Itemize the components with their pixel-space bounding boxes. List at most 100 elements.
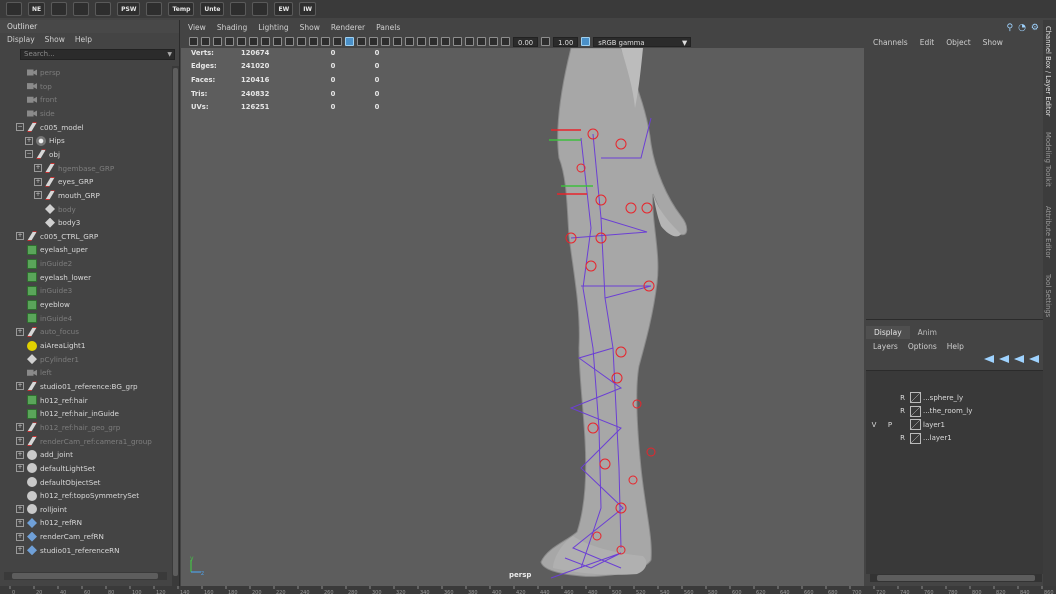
expand-icon[interactable]: + <box>34 164 42 173</box>
channel-box-menu-channels[interactable]: Channels <box>873 38 908 47</box>
motion-blur-icon[interactable] <box>417 37 426 46</box>
outliner-item[interactable]: − obj <box>25 148 60 161</box>
channel-box-menu-show[interactable]: Show <box>983 38 1003 47</box>
grease-pencil-icon[interactable] <box>237 37 246 46</box>
viewport-menu-renderer[interactable]: Renderer <box>331 23 365 32</box>
near-clip-icon[interactable] <box>501 37 510 46</box>
outliner-item[interactable]: eyelash_uper <box>16 243 88 256</box>
textured-icon[interactable] <box>369 37 378 46</box>
safe-action-icon[interactable] <box>321 37 330 46</box>
xray-joints-icon[interactable] <box>477 37 486 46</box>
outliner-search-input[interactable]: Search... ▼ <box>20 49 175 60</box>
outliner-item[interactable]: left <box>16 366 52 379</box>
chevron-down-icon[interactable]: ▼ <box>682 38 687 48</box>
select-tool-icon[interactable] <box>6 2 22 16</box>
outliner-vertical-scrollbar[interactable] <box>172 66 179 588</box>
expand-icon[interactable]: + <box>16 505 24 514</box>
layer-visibility-toggle[interactable]: V <box>866 421 882 429</box>
layer-row[interactable]: R ...the_room_ly <box>866 405 972 418</box>
viewport-menu-lighting[interactable]: Lighting <box>258 23 288 32</box>
temp-shelf-button[interactable]: Temp <box>168 2 195 16</box>
outliner-item[interactable]: + auto_focus <box>16 325 79 338</box>
outliner-item[interactable]: + defaultLightSet <box>16 462 95 475</box>
camera-attributes-icon[interactable] <box>201 37 210 46</box>
outliner-item[interactable]: + renderCam_ref:camera1_group <box>16 435 152 448</box>
outliner-item[interactable]: + eyes_GRP <box>34 175 93 188</box>
expand-icon[interactable]: + <box>16 437 24 446</box>
depth-of-field-icon[interactable] <box>441 37 450 46</box>
outliner-item[interactable]: + mouth_GRP <box>34 189 100 202</box>
viewport-menu-shading[interactable]: Shading <box>217 23 247 32</box>
collapse-icon[interactable]: − <box>25 150 33 159</box>
select-camera-icon[interactable] <box>189 37 198 46</box>
outliner-item[interactable]: + c005_CTRL_GRP <box>16 230 98 243</box>
shadows-icon[interactable] <box>393 37 402 46</box>
layer-horizontal-scrollbar[interactable] <box>870 574 1042 582</box>
multisample-aa-icon[interactable] <box>429 37 438 46</box>
outliner-item[interactable]: h012_ref:topoSymmetrySet <box>16 489 139 502</box>
outliner-menu-show[interactable]: Show <box>45 35 65 44</box>
new-layer-from-selection-icon[interactable] <box>1029 355 1039 363</box>
expand-icon[interactable]: + <box>16 450 24 459</box>
field-chart-icon[interactable] <box>309 37 318 46</box>
viewport-menu-show[interactable]: Show <box>300 23 320 32</box>
tab-modeling-toolkit[interactable]: Modeling Toolkit <box>1044 132 1052 187</box>
stack-icon[interactable] <box>252 2 269 16</box>
layer-color-swatch[interactable] <box>910 419 921 431</box>
expand-icon[interactable]: + <box>16 464 24 473</box>
layer-menu-layers[interactable]: Layers <box>873 342 898 351</box>
layer-display-type-toggle[interactable]: R <box>898 394 907 402</box>
outliner-item[interactable]: − c005_model <box>16 121 84 134</box>
outliner-item[interactable]: defaultObjectSet <box>16 476 101 489</box>
channel-box-menu-object[interactable]: Object <box>946 38 970 47</box>
expand-icon[interactable]: + <box>16 518 24 527</box>
outliner-item[interactable]: body <box>34 203 76 216</box>
tab-anim[interactable]: Anim <box>910 326 945 339</box>
scrollbar-thumb[interactable] <box>173 68 178 576</box>
outliner-item[interactable]: persp <box>16 66 60 79</box>
outliner-item[interactable]: inGuide3 <box>16 284 72 297</box>
channel-box-menu-edit[interactable]: Edit <box>920 38 935 47</box>
outliner-item[interactable]: eyelash_lower <box>16 271 91 284</box>
outliner-item[interactable]: h012_ref:hair <box>16 394 88 407</box>
expand-icon[interactable]: + <box>16 546 24 555</box>
outliner-item[interactable]: aiAreaLight1 <box>16 339 85 352</box>
layer-row[interactable]: V Player1 <box>866 418 945 431</box>
outliner-item[interactable]: h012_ref:hair_inGuide <box>16 407 119 420</box>
paint-icon[interactable] <box>230 2 247 16</box>
outliner-item[interactable]: + h012_ref:hair_geo_grp <box>16 421 120 434</box>
expand-icon[interactable]: + <box>16 423 24 432</box>
xray-icon[interactable] <box>465 37 474 46</box>
isolate-select-icon[interactable] <box>453 37 462 46</box>
render-icon[interactable] <box>95 2 112 16</box>
new-layer-icon[interactable] <box>1014 355 1024 363</box>
outliner-item[interactable]: inGuide4 <box>16 312 72 325</box>
outliner-item[interactable]: + h012_refRN <box>16 516 82 529</box>
far-clip-field[interactable]: 1.00 <box>553 36 579 47</box>
outliner-item[interactable]: + Hips <box>25 134 65 147</box>
viewport-menu-panels[interactable]: Panels <box>376 23 400 32</box>
tab-tool-settings[interactable]: Tool Settings <box>1044 274 1052 317</box>
image-plane-icon[interactable] <box>225 37 234 46</box>
psw-shelf-button[interactable]: PSW <box>117 2 141 16</box>
outliner-menu-display[interactable]: Display <box>7 35 35 44</box>
viewport-menu-view[interactable]: View <box>188 23 206 32</box>
expand-icon[interactable]: + <box>34 191 42 200</box>
layer-playback-toggle[interactable]: P <box>882 421 898 429</box>
layer-row[interactable]: R ...sphere_ly <box>866 391 963 404</box>
ew-shelf-button[interactable]: EW <box>274 2 294 16</box>
outliner-item[interactable]: + rolljoint <box>16 503 67 516</box>
collapse-icon[interactable]: − <box>16 123 24 132</box>
settings-icon[interactable]: ⚙ <box>1031 23 1039 33</box>
layout-icon[interactable] <box>51 2 68 16</box>
expand-icon[interactable]: + <box>34 177 42 186</box>
scrollbar-thumb[interactable] <box>877 575 1035 581</box>
near-clip-field[interactable]: 0.00 <box>513 36 539 47</box>
tab-attribute-editor[interactable]: Attribute Editor <box>1044 206 1052 258</box>
outliner-horizontal-scrollbar[interactable] <box>4 572 167 580</box>
layer-color-swatch[interactable] <box>910 392 921 403</box>
outliner-item[interactable]: eyeblow <box>16 298 70 311</box>
manipulator-icon[interactable]: ⚲ <box>1006 23 1013 33</box>
screen-space-ao-icon[interactable] <box>405 37 414 46</box>
ne-shelf-button[interactable]: NE <box>28 2 46 16</box>
